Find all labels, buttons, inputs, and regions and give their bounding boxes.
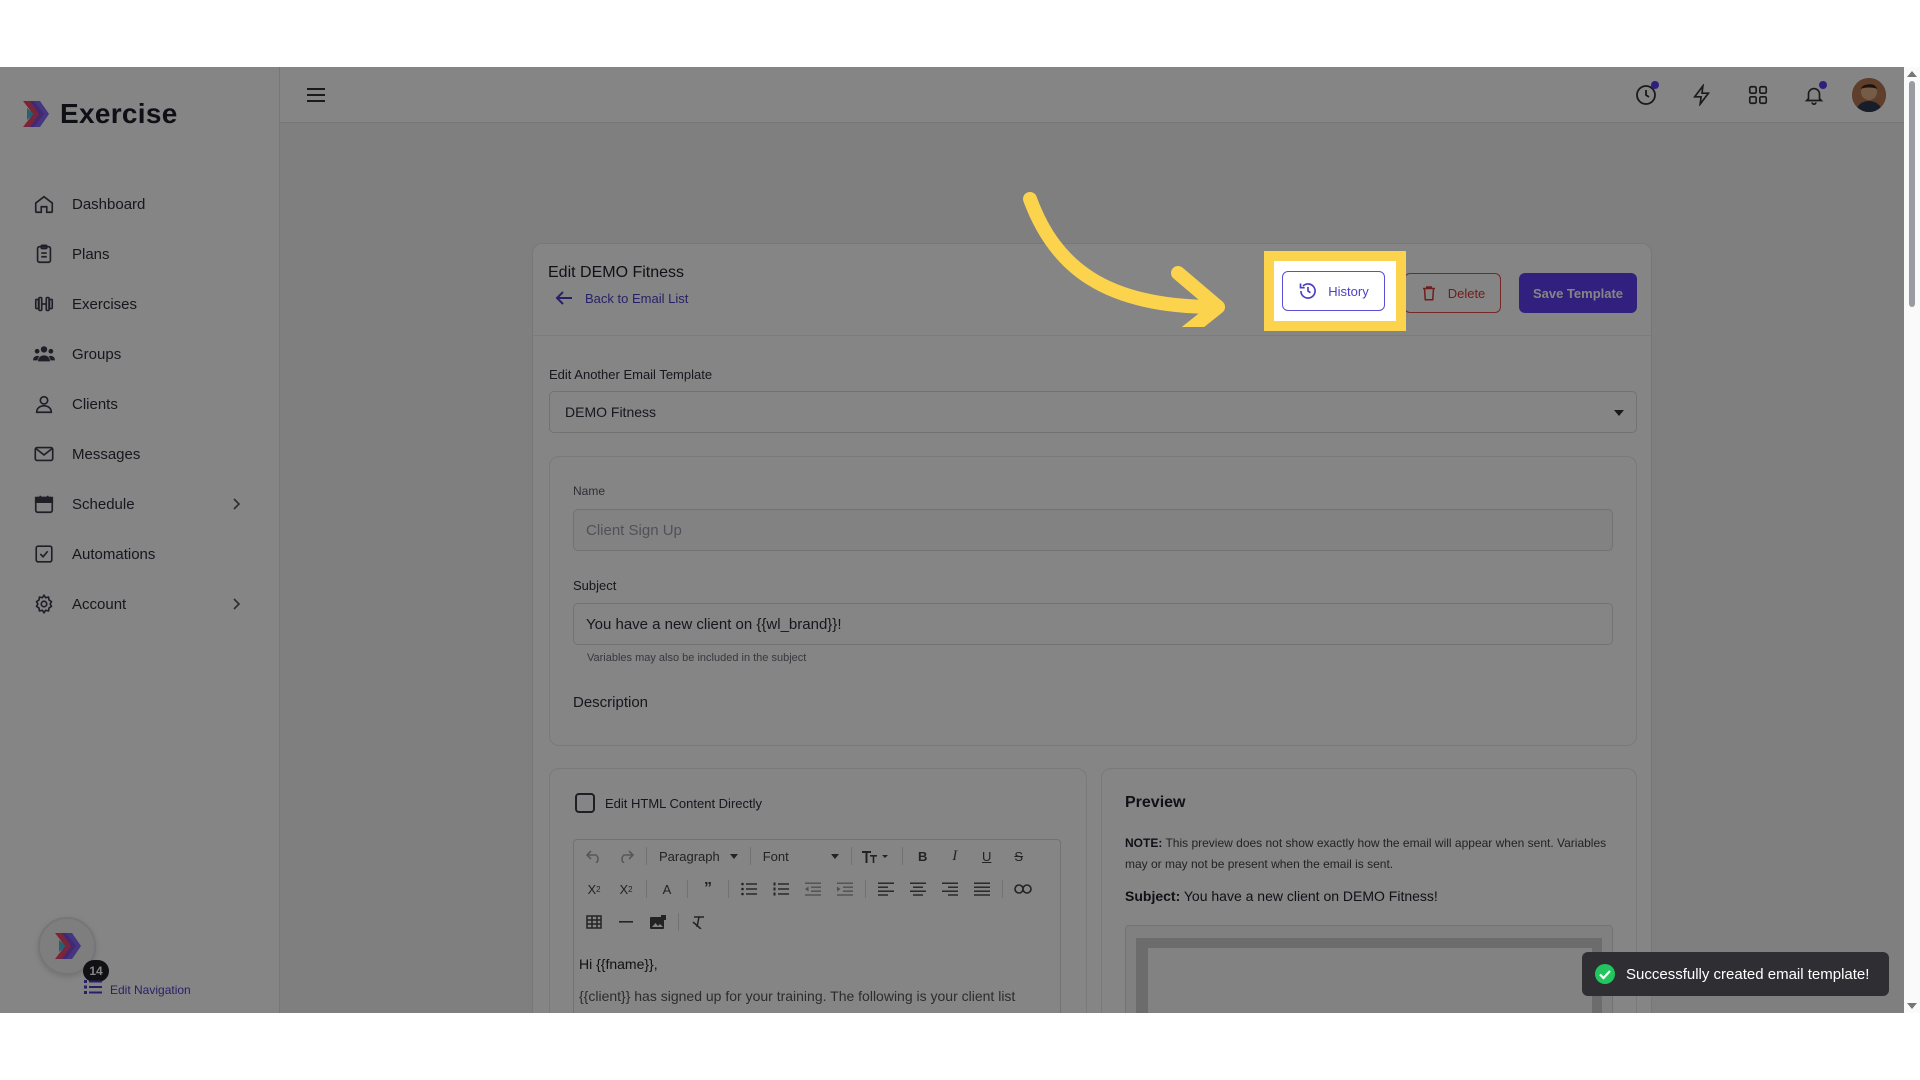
scroll-up-icon[interactable] bbox=[1907, 71, 1917, 77]
tutorial-dim-overlay bbox=[0, 67, 1920, 1013]
highlight-box bbox=[1264, 251, 1406, 331]
success-toast: Successfully created email template! bbox=[1582, 952, 1889, 996]
scroll-down-icon[interactable] bbox=[1907, 1003, 1917, 1009]
vertical-scrollbar[interactable] bbox=[1904, 67, 1920, 1013]
check-circle-icon bbox=[1595, 964, 1615, 984]
app-window: Exercise Dashboard Plans Exercises Group… bbox=[0, 67, 1920, 1013]
toast-message: Successfully created email template! bbox=[1626, 965, 1870, 983]
tutorial-arrow-icon bbox=[1023, 192, 1225, 327]
scrollbar-thumb[interactable] bbox=[1909, 81, 1915, 307]
